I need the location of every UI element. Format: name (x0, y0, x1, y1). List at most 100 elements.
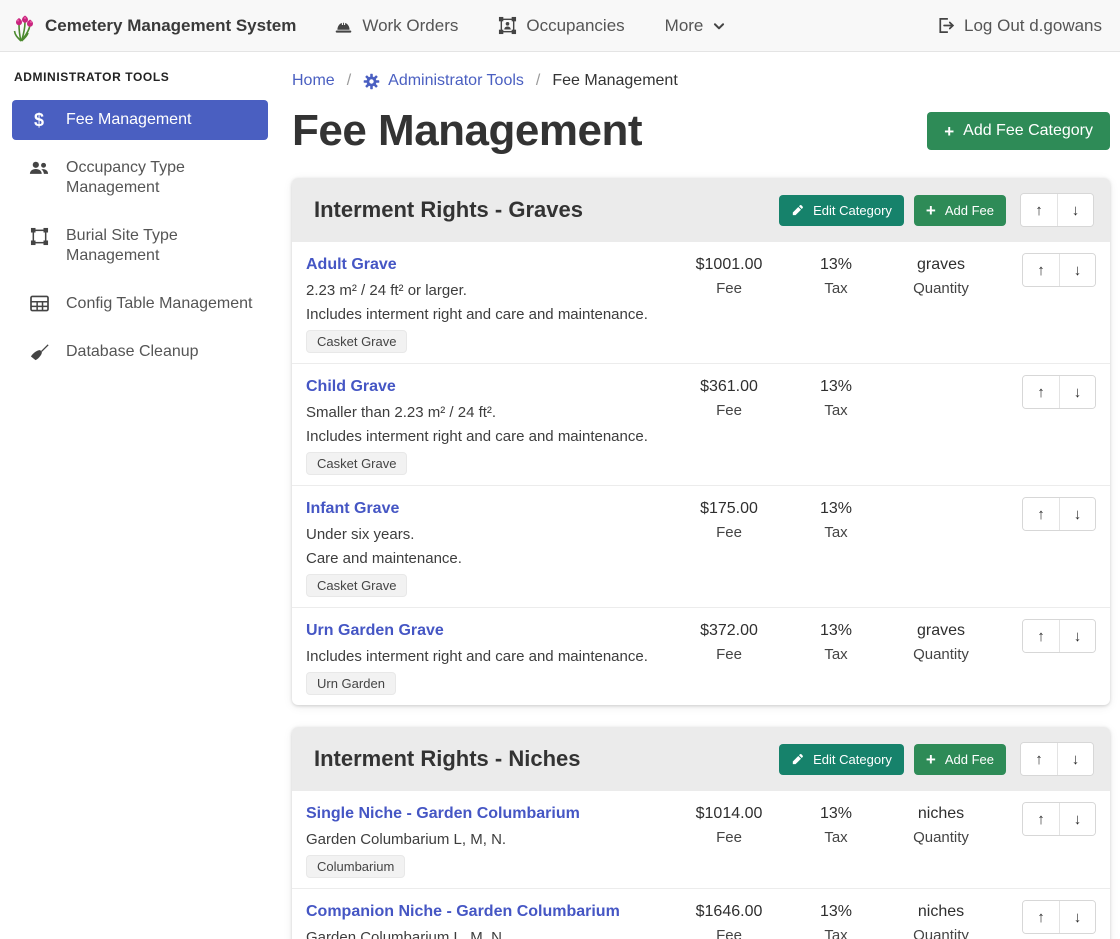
fee-quantity-label: Quantity (882, 646, 1000, 663)
move-fee-down-button[interactable]: ↓ (1059, 901, 1095, 933)
move-category-down-button[interactable]: ↓ (1057, 194, 1093, 226)
nav-more[interactable]: More (665, 16, 727, 36)
fee-amount: $175.00 (668, 497, 790, 520)
move-fee-down-button[interactable]: ↓ (1059, 620, 1095, 652)
sidebar-item-label: Database Cleanup (66, 342, 199, 362)
category-header: Interment Rights - Graves Edit Category … (292, 178, 1110, 242)
brand[interactable]: Cemetery Management System (12, 10, 296, 42)
fee-reorder-group: ↑ ↓ (1022, 497, 1096, 531)
fee-row: Infant Grave Under six years. Care and m… (292, 485, 1110, 607)
sidebar-item-database-cleanup[interactable]: Database Cleanup (12, 332, 268, 372)
fee-tax: 13% (790, 619, 882, 642)
fee-tax-label: Tax (790, 927, 882, 939)
fee-amount-col: $361.00 Fee (668, 375, 790, 419)
fee-info: Urn Garden Grave Includes interment righ… (306, 619, 668, 695)
move-fee-down-button[interactable]: ↓ (1059, 376, 1095, 408)
move-category-up-button[interactable]: ↑ (1021, 194, 1057, 226)
fee-row: Companion Niche - Garden Columbarium Gar… (292, 888, 1110, 939)
move-fee-up-button[interactable]: ↑ (1023, 901, 1059, 933)
fee-tax-label: Tax (790, 646, 882, 663)
category-reorder-group: ↑ ↓ (1020, 193, 1094, 227)
fee-tax-label: Tax (790, 524, 882, 541)
edit-category-button[interactable]: Edit Category (779, 744, 904, 775)
move-fee-up-button[interactable]: ↑ (1023, 376, 1059, 408)
fee-name-link[interactable]: Single Niche - Garden Columbarium (306, 805, 580, 822)
tulip-logo-icon (12, 10, 36, 42)
sidebar-item-config-table[interactable]: Config Table Management (12, 284, 268, 324)
breadcrumb-home-link[interactable]: Home (292, 72, 335, 90)
categories: Interment Rights - Graves Edit Category … (292, 178, 1110, 939)
fee-tax-col: 13% Tax (790, 619, 882, 663)
fee-name-link[interactable]: Infant Grave (306, 500, 399, 517)
sidebar-item-burial-site-type[interactable]: Burial Site Type Management (12, 216, 268, 276)
breadcrumb-separator: / (347, 72, 351, 90)
nav-occupancies-label: Occupancies (526, 16, 624, 36)
category-title: Interment Rights - Graves (314, 197, 779, 223)
add-fee-button[interactable]: + Add Fee (914, 744, 1006, 775)
move-fee-up-button[interactable]: ↑ (1023, 803, 1059, 835)
fee-tax-label: Tax (790, 280, 882, 297)
move-fee-down-button[interactable]: ↓ (1059, 498, 1095, 530)
fee-rows: Single Niche - Garden Columbarium Garden… (292, 791, 1110, 939)
fee-name-link[interactable]: Urn Garden Grave (306, 622, 444, 639)
move-category-up-button[interactable]: ↑ (1021, 743, 1057, 775)
move-fee-down-button[interactable]: ↓ (1059, 254, 1095, 286)
vector-square-icon (29, 227, 49, 246)
nav-work-orders-label: Work Orders (362, 16, 458, 36)
fee-tax-col: 13% Tax (790, 802, 882, 846)
move-fee-up-button[interactable]: ↑ (1023, 498, 1059, 530)
move-category-down-button[interactable]: ↓ (1057, 743, 1093, 775)
fee-rows: Adult Grave 2.23 m² / 24 ft² or larger. … (292, 242, 1110, 705)
fee-type-badge: Urn Garden (306, 672, 396, 695)
category-reorder-group: ↑ ↓ (1020, 742, 1094, 776)
fee-amount-col: $175.00 Fee (668, 497, 790, 541)
nav-work-orders[interactable]: Work Orders (334, 16, 458, 36)
fee-reorder-group: ↑ ↓ (1022, 619, 1096, 653)
fee-tax: 13% (790, 253, 882, 276)
move-fee-down-button[interactable]: ↓ (1059, 803, 1095, 835)
nav-occupancies[interactable]: Occupancies (498, 16, 624, 36)
pencil-icon (791, 753, 804, 766)
fee-amount: $372.00 (668, 619, 790, 642)
fee-row: Single Niche - Garden Columbarium Garden… (292, 791, 1110, 888)
fee-info: Companion Niche - Garden Columbarium Gar… (306, 900, 668, 939)
fee-description: Garden Columbarium L, M, N. (306, 829, 658, 850)
edit-category-button[interactable]: Edit Category (779, 195, 904, 226)
breadcrumb-admin-tools-link[interactable]: Administrator Tools (363, 72, 524, 90)
fee-quantity-col: niches Quantity (882, 802, 1000, 846)
fee-tax: 13% (790, 900, 882, 923)
fee-amount: $1646.00 (668, 900, 790, 923)
fee-quantity-label: Quantity (882, 829, 1000, 846)
fee-amount-label: Fee (668, 829, 790, 846)
fee-amount: $1001.00 (668, 253, 790, 276)
logout-button[interactable]: Log Out d.gowans (936, 16, 1102, 36)
sidebar-item-fee-management[interactable]: $ Fee Management (12, 100, 268, 140)
fee-name-link[interactable]: Adult Grave (306, 256, 397, 273)
fee-description: Smaller than 2.23 m² / 24 ft². (306, 402, 658, 423)
fee-name-link[interactable]: Companion Niche - Garden Columbarium (306, 903, 620, 920)
add-fee-button[interactable]: + Add Fee (914, 195, 1006, 226)
logout-label: Log Out d.gowans (964, 16, 1102, 36)
fee-amount-label: Fee (668, 524, 790, 541)
fee-info: Child Grave Smaller than 2.23 m² / 24 ft… (306, 375, 668, 475)
add-fee-category-button[interactable]: + Add Fee Category (927, 112, 1110, 150)
fee-tax-col: 13% Tax (790, 253, 882, 297)
edit-category-label: Edit Category (813, 203, 892, 218)
fee-tax-label: Tax (790, 829, 882, 846)
fee-amount-label: Fee (668, 646, 790, 663)
nav-more-label: More (665, 16, 704, 36)
breadcrumb-admin-tools-label: Administrator Tools (388, 72, 524, 90)
fee-amount-col: $1001.00 Fee (668, 253, 790, 297)
fee-info: Single Niche - Garden Columbarium Garden… (306, 802, 668, 878)
app-title: Cemetery Management System (45, 16, 296, 36)
fee-name-link[interactable]: Child Grave (306, 378, 396, 395)
breadcrumb-separator: / (536, 72, 540, 90)
occupancy-frame-icon (498, 16, 517, 35)
fee-tax: 13% (790, 802, 882, 825)
move-fee-up-button[interactable]: ↑ (1023, 254, 1059, 286)
sidebar-item-occupancy-type[interactable]: Occupancy Type Management (12, 148, 268, 208)
move-fee-up-button[interactable]: ↑ (1023, 620, 1059, 652)
fee-reorder-group: ↑ ↓ (1022, 253, 1096, 287)
edit-category-label: Edit Category (813, 752, 892, 767)
fee-category-card: Interment Rights - Niches Edit Category … (292, 727, 1110, 939)
